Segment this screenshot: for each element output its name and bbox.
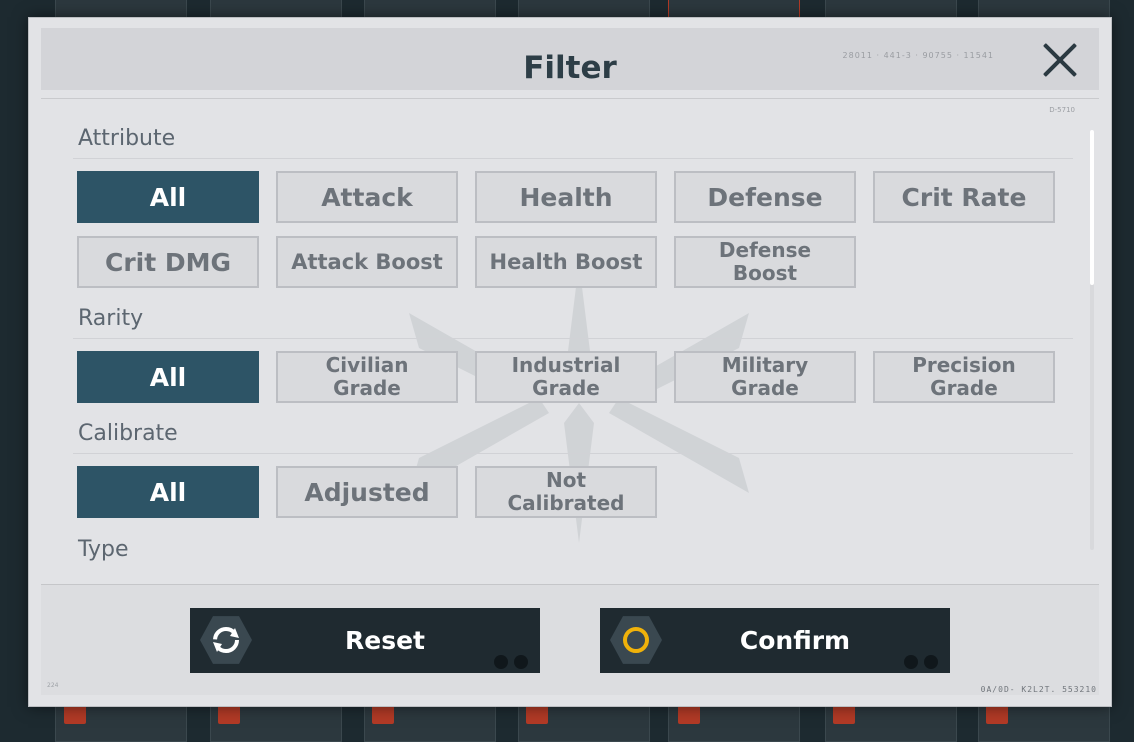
chip-attribute-attack-boost[interactable]: Attack Boost	[276, 236, 458, 288]
dialog-header: Filter 28011 · 441-3 · 90755 · 11541	[41, 28, 1099, 90]
decorative-dots	[494, 655, 534, 669]
section-label-calibrate: Calibrate	[78, 421, 178, 446]
section-label-rarity: Rarity	[78, 306, 144, 331]
corner-number: 224	[47, 682, 59, 689]
background-badge-icon	[833, 704, 855, 724]
close-icon[interactable]	[1033, 34, 1085, 86]
chip-attribute-health-boost[interactable]: Health Boost	[475, 236, 657, 288]
confirm-button[interactable]: Confirm	[600, 608, 950, 673]
chip-calibrate-not-calibrated[interactable]: Not Calibrated	[475, 466, 657, 518]
background-badge-icon	[64, 704, 86, 724]
header-divider	[41, 98, 1099, 99]
chip-attribute-defense[interactable]: Defense	[674, 171, 856, 223]
chip-rarity-industrial-grade[interactable]: Industrial Grade	[475, 351, 657, 403]
chip-attribute-health[interactable]: Health	[475, 171, 657, 223]
filter-dialog: Filter 28011 · 441-3 · 90755 · 11541 D-5…	[28, 17, 1112, 707]
reset-button[interactable]: Reset	[190, 608, 540, 673]
background-badge-icon	[986, 704, 1008, 724]
chip-attribute-attack[interactable]: Attack	[276, 171, 458, 223]
chip-attribute-crit-rate[interactable]: Crit Rate	[873, 171, 1055, 223]
section-divider	[73, 338, 1073, 339]
refresh-icon	[200, 616, 252, 664]
background-badge-icon	[526, 704, 548, 724]
scrollbar[interactable]	[1090, 130, 1094, 550]
chip-attribute-all[interactable]: All	[77, 171, 259, 223]
filter-options-scroll-area[interactable]: Attribute All Attack Health Defense Crit…	[29, 118, 1113, 578]
background-badge-icon	[678, 704, 700, 724]
section-divider	[73, 158, 1073, 159]
chip-rarity-civilian-grade[interactable]: Civilian Grade	[276, 351, 458, 403]
chip-calibrate-adjusted[interactable]: Adjusted	[276, 466, 458, 518]
chip-attribute-defense-boost[interactable]: Defense Boost	[674, 236, 856, 288]
background-badge-icon	[218, 704, 240, 724]
section-label-attribute: Attribute	[78, 126, 176, 151]
header-serial-code: 28011 · 441-3 · 90755 · 11541	[842, 51, 994, 60]
chip-attribute-crit-dmg[interactable]: Crit DMG	[77, 236, 259, 288]
corner-serial-code: 0A/0D- K2L2T. 553210	[980, 685, 1097, 694]
chip-rarity-military-grade[interactable]: Military Grade	[674, 351, 856, 403]
scrollbar-thumb[interactable]	[1090, 130, 1094, 285]
background-badge-icon	[372, 704, 394, 724]
chip-rarity-precision-grade[interactable]: Precision Grade	[873, 351, 1055, 403]
ring-icon	[610, 616, 662, 664]
decorative-dots	[904, 655, 944, 669]
section-label-type: Type	[78, 537, 129, 562]
section-divider	[73, 453, 1073, 454]
side-serial-code: D-5710	[1049, 106, 1075, 114]
chip-rarity-all[interactable]: All	[77, 351, 259, 403]
chip-calibrate-all[interactable]: All	[77, 466, 259, 518]
